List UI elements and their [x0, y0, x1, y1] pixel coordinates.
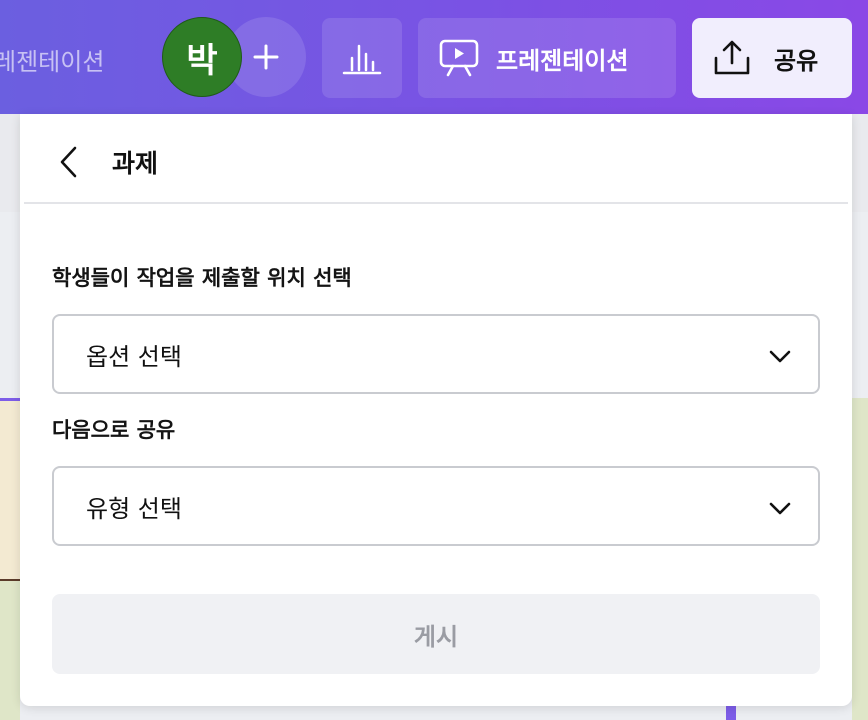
header-divider	[24, 202, 848, 204]
submission-location-select[interactable]: 옵션 선택	[52, 314, 820, 394]
user-avatar[interactable]: 박	[162, 17, 242, 97]
document-title[interactable]: 레젠테이션	[0, 42, 104, 77]
panel-title: 과제	[112, 149, 159, 178]
slide-thumbnail-right[interactable]	[852, 398, 868, 720]
bar-chart-icon	[342, 44, 382, 75]
present-button-label: 프레젠테이션	[496, 46, 629, 75]
post-button[interactable]: 게시	[52, 594, 820, 674]
chevron-down-icon	[769, 502, 791, 515]
present-button[interactable]: 프레젠테이션	[418, 18, 676, 98]
share-as-label: 다음으로 공유	[52, 418, 176, 442]
chevron-left-icon	[60, 146, 77, 178]
insights-button[interactable]	[322, 18, 402, 98]
share-button[interactable]: 공유	[692, 18, 852, 98]
submission-location-label: 학생들이 작업을 제출할 위치 선택	[52, 266, 352, 290]
share-type-select[interactable]: 유형 선택	[52, 466, 820, 546]
presentation-icon	[439, 39, 479, 77]
top-toolbar: 레젠테이션 박 프레젠테이션 공유	[0, 0, 868, 114]
panel-header: 과제	[20, 114, 852, 204]
assignment-panel: 과제 학생들이 작업을 제출할 위치 선택 옵션 선택 다음으로 공유 유형 선…	[20, 114, 852, 706]
share-type-value: 유형 선택	[86, 494, 182, 523]
back-button[interactable]	[52, 142, 84, 182]
slide-thumbnail[interactable]	[0, 398, 20, 720]
plus-icon	[253, 44, 279, 70]
chevron-down-icon	[769, 350, 791, 363]
submission-location-value: 옵션 선택	[86, 342, 182, 371]
upload-icon	[714, 40, 750, 75]
share-button-label: 공유	[774, 46, 819, 75]
